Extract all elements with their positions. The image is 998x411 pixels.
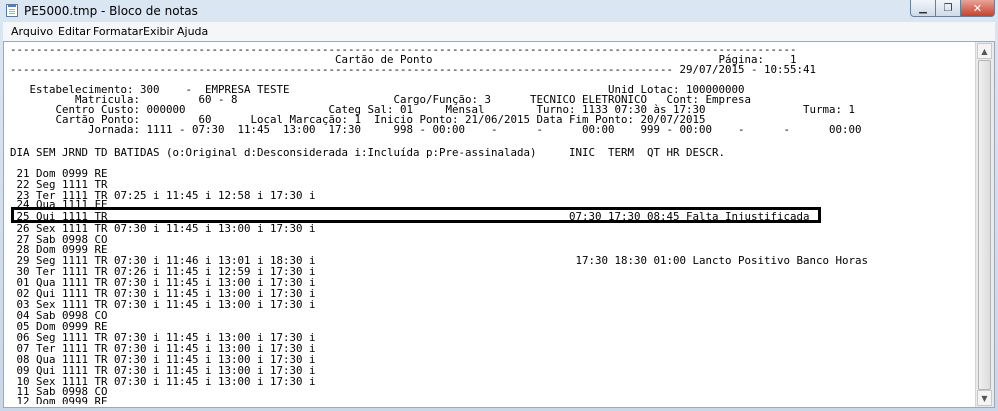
menu-editar[interactable]: Editar xyxy=(58,25,91,38)
maximize-button[interactable]: ❐ xyxy=(935,0,961,17)
title-bar[interactable]: PE5000.tmp - Bloco de notas ▁ ❐ ✕ xyxy=(0,0,998,22)
scroll-thumb[interactable] xyxy=(978,60,991,390)
text-editor[interactable]: ----------------------------------------… xyxy=(3,41,995,408)
document-text[interactable]: ----------------------------------------… xyxy=(8,44,976,404)
minimize-button[interactable]: ▁ xyxy=(910,0,936,17)
notepad-icon xyxy=(6,4,18,17)
highlight-rectangle xyxy=(11,207,821,223)
vertical-scrollbar[interactable]: ▲ ▼ xyxy=(975,42,994,407)
close-button[interactable]: ✕ xyxy=(960,0,995,17)
window-title: PE5000.tmp - Bloco de notas xyxy=(24,4,198,18)
text-line: ----------------------------------------… xyxy=(10,63,817,76)
menu-arquivo[interactable]: Arquivo xyxy=(11,25,53,38)
notepad-window: PE5000.tmp - Bloco de notas ▁ ❐ ✕ Arquiv… xyxy=(0,0,998,411)
day-row: 12 Dom 0999 RE xyxy=(10,395,108,405)
menu-bar: Arquivo Editar Formatar Exibir Ajuda xyxy=(3,22,995,42)
menu-ajuda[interactable]: Ajuda xyxy=(177,25,208,38)
column-header: DIA SEM JRND TD BATIDAS (o:Original d:De… xyxy=(10,146,726,159)
text-line: Jornada: 1111 - 07:30 11:45 13:00 17:30 … xyxy=(10,123,862,136)
menu-formatar[interactable]: Formatar xyxy=(93,25,143,38)
menu-exibir[interactable]: Exibir xyxy=(143,25,174,38)
scroll-down-arrow-icon[interactable]: ▼ xyxy=(977,390,992,406)
scroll-up-arrow-icon[interactable]: ▲ xyxy=(977,43,992,59)
